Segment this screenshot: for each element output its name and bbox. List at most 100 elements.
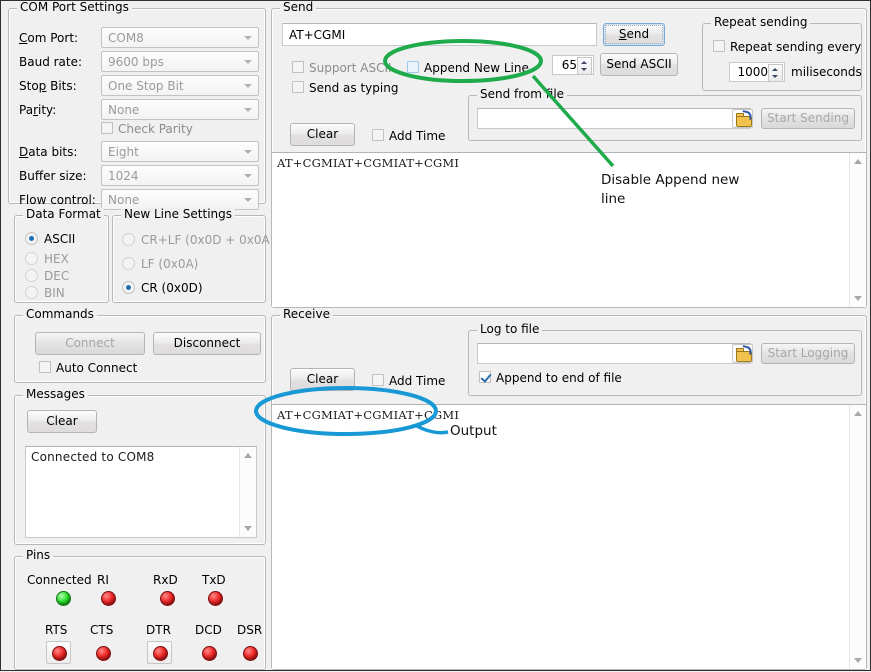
send-ascii-button[interactable]: Send ASCII xyxy=(600,53,678,76)
start-sending-label: Start Sending xyxy=(767,111,849,125)
scroll-up-icon[interactable] xyxy=(244,453,252,458)
messages-clear-button[interactable]: Clear xyxy=(27,410,97,433)
scroll-down-icon[interactable] xyxy=(244,526,252,531)
spinner-up-icon[interactable] xyxy=(581,61,587,64)
pin-label-txd: TxD xyxy=(202,573,226,587)
buffer-size-value: 1024 xyxy=(108,169,139,183)
receive-group: Receive Clear Add Time Log to file xyxy=(271,315,867,670)
stop-bits-select[interactable]: One Stop Bit xyxy=(101,75,259,96)
disconnect-button[interactable]: Disconnect xyxy=(153,332,261,355)
commands-title: Commands xyxy=(23,308,97,320)
send-as-typing-checkbox[interactable]: Send as typing xyxy=(292,81,398,95)
radio-data-format-bin[interactable]: BIN xyxy=(25,286,65,300)
receive-add-time-checkbox[interactable]: Add Time xyxy=(372,374,445,388)
messages-scrollbar[interactable] xyxy=(239,447,256,537)
spinner-buttons[interactable] xyxy=(577,57,592,75)
pin-led-cts xyxy=(96,646,111,661)
connect-button[interactable]: Connect xyxy=(35,332,145,355)
receive-log-area[interactable]: AT+CGMIAT+CGMIAT+CGMI xyxy=(272,404,866,669)
baud-rate-value: 9600 bps xyxy=(108,55,164,69)
parity-select[interactable]: None xyxy=(101,99,259,120)
new-line-settings-title: New Line Settings xyxy=(121,208,235,220)
radio-newline-lf[interactable]: LF (0x0A) xyxy=(122,257,198,271)
send-log-area[interactable]: AT+CGMIAT+CGMIAT+CGMI xyxy=(272,152,866,307)
scroll-up-icon[interactable] xyxy=(854,159,862,164)
start-logging-label: Start Logging xyxy=(768,346,849,360)
char-count-spinner[interactable]: 65 xyxy=(552,55,594,75)
pins-title: Pins xyxy=(23,549,53,561)
send-log-scrollbar[interactable] xyxy=(849,153,866,307)
pin-led-dsr xyxy=(243,646,258,661)
radio-newline-cr[interactable]: CR (0x0D) xyxy=(122,281,203,295)
stop-bits-value: One Stop Bit xyxy=(108,79,184,93)
annotation-note-append: Disable Append new line xyxy=(601,171,761,209)
receive-log-text: AT+CGMIAT+CGMIAT+CGMI xyxy=(277,408,459,422)
send-as-typing-label: Send as typing xyxy=(309,81,398,95)
send-from-file-path-input[interactable] xyxy=(477,108,751,129)
spinner-buttons[interactable] xyxy=(768,64,783,82)
pin-led-rts xyxy=(52,646,67,661)
auto-connect-checkbox[interactable]: Auto Connect xyxy=(39,361,137,375)
pin-led-dtr xyxy=(153,646,168,661)
scroll-down-icon[interactable] xyxy=(854,296,862,301)
repeat-sending-title: Repeat sending xyxy=(711,16,810,28)
messages-log-area[interactable]: Connected to COM8 xyxy=(25,446,257,538)
spinner-up-icon[interactable] xyxy=(772,68,778,71)
folder-open-icon[interactable] xyxy=(732,109,753,128)
radio-newline-crlf[interactable]: CR+LF (0x0D + 0x0A) xyxy=(122,233,274,247)
spinner-down-icon[interactable] xyxy=(772,75,778,78)
radio-label: CR+LF (0x0D + 0x0A) xyxy=(141,233,274,247)
pin-label-ri: RI xyxy=(97,573,109,587)
check-parity-checkbox[interactable]: Check Parity xyxy=(101,122,193,136)
radio-data-format-hex[interactable]: HEX xyxy=(25,252,69,266)
send-from-file-title: Send from file xyxy=(477,88,567,100)
scroll-up-icon[interactable] xyxy=(854,411,862,416)
receive-log-scrollbar[interactable] xyxy=(849,405,866,669)
receive-clear-button[interactable]: Clear xyxy=(290,368,355,391)
baud-rate-select[interactable]: 9600 bps xyxy=(101,51,259,72)
checkbox-box xyxy=(407,61,419,73)
pin-led-dcd xyxy=(202,646,217,661)
radio-label: BIN xyxy=(44,286,65,300)
start-sending-button[interactable]: Start Sending xyxy=(761,108,855,129)
buffer-size-label: Buffer size: xyxy=(19,169,87,183)
buffer-size-select[interactable]: 1024 xyxy=(101,165,259,186)
append-new-line-checkbox[interactable]: Append New Line xyxy=(407,61,529,75)
send-log-text: AT+CGMIAT+CGMIAT+CGMI xyxy=(277,156,459,170)
send-button[interactable]: Send xyxy=(603,23,665,46)
spinner-down-icon[interactable] xyxy=(581,68,587,71)
radio-dot xyxy=(122,281,135,294)
radio-data-format-dec[interactable]: DEC xyxy=(25,269,69,283)
support-ascii-label: Support ASCII xyxy=(309,61,392,75)
com-port-select[interactable]: COM8 xyxy=(101,27,259,48)
start-logging-button[interactable]: Start Logging xyxy=(761,343,855,364)
send-command-input[interactable]: AT+CGMI xyxy=(282,23,597,46)
send-ascii-label: Send ASCII xyxy=(606,57,671,71)
send-clear-button[interactable]: Clear xyxy=(290,123,355,146)
com-port-label: Com Port: xyxy=(19,31,78,45)
clear-label: Clear xyxy=(46,414,77,428)
checkbox-box xyxy=(101,122,113,134)
repeat-sending-checkbox[interactable]: Repeat sending every xyxy=(713,40,861,54)
support-ascii-checkbox[interactable]: Support ASCII xyxy=(292,61,392,75)
repeat-interval-spinner[interactable]: 1000 xyxy=(729,62,785,82)
append-to-end-of-file-checkbox[interactable]: Append to end of file xyxy=(479,371,622,385)
pin-led-rxd xyxy=(160,591,175,606)
data-bits-label: Data bits: xyxy=(19,145,77,159)
radio-label: CR (0x0D) xyxy=(141,281,203,295)
scroll-down-icon[interactable] xyxy=(854,658,862,663)
checkbox-box xyxy=(372,129,384,141)
pin-label-dtr: DTR xyxy=(146,623,171,637)
receive-title: Receive xyxy=(280,308,333,320)
send-add-time-checkbox[interactable]: Add Time xyxy=(372,129,445,143)
com-port-settings-group: COM Port Settings Com Port: COM8 Baud ra… xyxy=(8,8,266,204)
radio-label: DEC xyxy=(44,269,69,283)
data-format-title: Data Format xyxy=(23,208,104,220)
data-bits-select[interactable]: Eight xyxy=(101,141,259,162)
radio-label: HEX xyxy=(44,252,69,266)
folder-open-icon[interactable] xyxy=(732,344,753,363)
radio-data-format-ascii[interactable]: ASCII xyxy=(25,232,75,246)
send-command-value: AT+CGMI xyxy=(289,28,345,42)
radio-dot xyxy=(25,252,38,265)
log-to-file-path-input[interactable] xyxy=(477,343,751,364)
